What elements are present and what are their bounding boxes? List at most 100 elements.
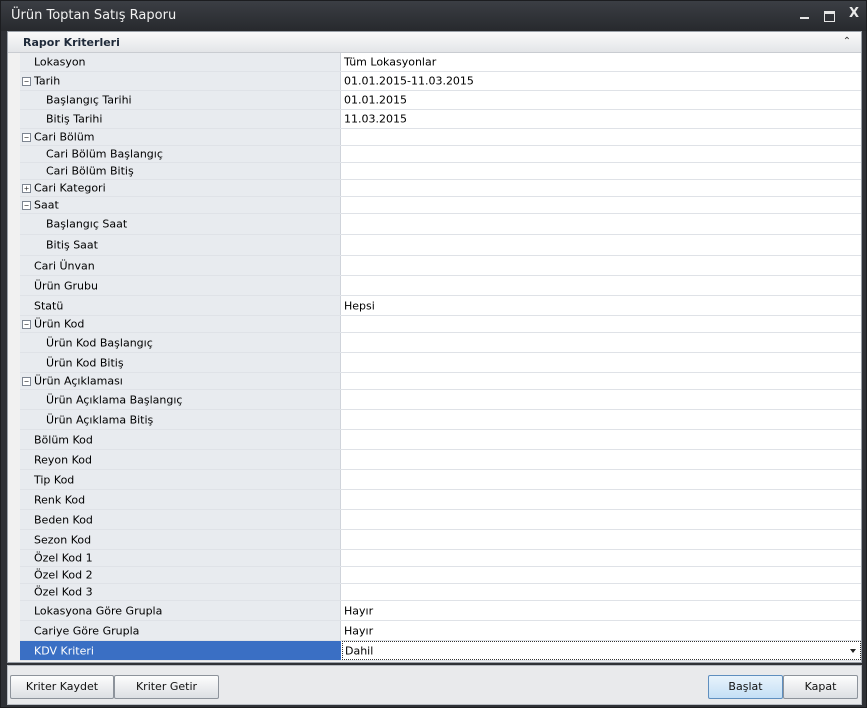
row-label-cell[interactable]: Ürün Açıklama Bitiş [20,410,341,429]
row-value-field[interactable] [342,316,861,332]
row-value-field[interactable] [342,214,861,234]
row-label-cell[interactable]: Cari Bölüm Bitiş [20,163,341,179]
collapse-icon[interactable]: − [22,133,31,142]
row-value-field[interactable]: 01.01.2015 [342,91,861,109]
grid-row[interactable]: − Tarih 01.01.2015-11.03.2015 [20,72,861,91]
row-label-cell[interactable]: Cari Bölüm Başlangıç [20,146,341,162]
row-value-field[interactable] [342,353,861,372]
row-label-cell[interactable]: Statü [20,296,341,315]
row-label-cell[interactable]: + Cari Kategori [20,180,341,196]
start-button[interactable]: Başlat [708,675,783,699]
row-value-field[interactable]: Hepsi [342,296,861,315]
row-label-cell[interactable]: − Tarih [20,72,341,90]
grid-row[interactable]: − Ürün Kod [20,316,861,333]
row-label-cell[interactable]: Lokasyon [20,53,341,71]
row-label-cell[interactable]: Cari Ünvan [20,256,341,275]
row-value-field[interactable] [342,390,861,409]
kdv-criteria-select[interactable]: Dahil [342,641,861,660]
grid-row[interactable]: Başlangıç Saat [20,214,861,235]
row-value-field[interactable] [342,276,861,295]
grid-row[interactable]: − Ürün Açıklaması [20,373,861,390]
row-label-cell[interactable]: − Cari Bölüm [20,129,341,145]
close-icon[interactable]: X [846,6,862,21]
collapse-icon[interactable]: − [22,77,31,86]
row-value-field[interactable] [342,373,861,389]
row-label-cell[interactable]: Bitiş Tarihi [20,110,341,128]
collapse-icon[interactable]: − [22,320,31,329]
row-value-field[interactable] [342,146,861,162]
grid-row[interactable]: Cariye Göre Grupla Hayır [20,621,861,641]
row-value-field[interactable] [342,490,861,509]
row-label-cell[interactable]: Lokasyona Göre Grupla [20,601,341,620]
grid-row[interactable]: Ürün Kod Bitiş [20,353,861,373]
row-label-cell[interactable]: Başlangıç Tarihi [20,91,341,109]
collapse-icon[interactable]: − [22,201,31,210]
row-value-field[interactable] [342,510,861,529]
row-value-field[interactable]: Hayır [342,621,861,640]
row-label-cell[interactable]: Sezon Kod [20,530,341,549]
collapse-up-icon[interactable]: ⌃ [840,35,854,49]
expand-icon[interactable]: + [22,184,31,193]
grid-row[interactable]: Cari Bölüm Bitiş [20,163,861,180]
row-value-field[interactable] [342,567,861,583]
grid-row[interactable]: Cari Ünvan [20,256,861,276]
row-label-cell[interactable]: Özel Kod 3 [20,584,341,600]
row-value-field[interactable] [342,197,861,213]
row-label-cell[interactable]: Reyon Kod [20,450,341,469]
grid-row[interactable]: Özel Kod 2 [20,567,861,584]
row-label-cell[interactable]: Ürün Kod Bitiş [20,353,341,372]
grid-row[interactable]: Ürün Açıklama Başlangıç [20,390,861,410]
grid-row[interactable]: Özel Kod 1 [20,550,861,567]
row-value-field[interactable] [342,129,861,145]
row-label-cell[interactable]: Ürün Grubu [20,276,341,295]
grid-row[interactable]: Ürün Kod Başlangıç [20,333,861,353]
row-label-cell[interactable]: Ürün Açıklama Başlangıç [20,390,341,409]
grid-row[interactable]: + Cari Kategori [20,180,861,197]
row-label-cell[interactable]: Cariye Göre Grupla [20,621,341,640]
grid-row[interactable]: Başlangıç Tarihi 01.01.2015 [20,91,861,110]
grid-row[interactable]: Sezon Kod [20,530,861,550]
row-value-field[interactable]: Hayır [342,601,861,620]
grid-row[interactable]: Renk Kod [20,490,861,510]
row-value-field[interactable] [342,333,861,352]
grid-row[interactable]: − Saat [20,197,861,214]
grid-row[interactable]: Beden Kod [20,510,861,530]
row-value-field[interactable] [342,256,861,275]
minimize-icon[interactable] [797,8,813,22]
row-label-cell[interactable]: Başlangıç Saat [20,214,341,234]
grid-row[interactable]: − Cari Bölüm [20,129,861,146]
row-value-field[interactable] [342,235,861,255]
row-label-cell[interactable]: − Saat [20,197,341,213]
grid-row[interactable]: Ürün Grubu [20,276,861,296]
row-label-cell[interactable]: Bitiş Saat [20,235,341,255]
row-value-field[interactable]: Tüm Lokasyonlar [342,53,861,71]
collapse-icon[interactable]: − [22,377,31,386]
row-label-cell[interactable]: Tip Kod [20,470,341,489]
row-value-field[interactable] [342,450,861,469]
grid-row[interactable]: Lokasyon Tüm Lokasyonlar [20,53,861,72]
row-value-field[interactable] [342,530,861,549]
save-criteria-button[interactable]: Kriter Kaydet [10,675,114,699]
grid-row[interactable]: Cari Bölüm Başlangıç [20,146,861,163]
row-value-field[interactable] [342,410,861,429]
dropdown-arrow-icon[interactable] [850,648,856,653]
grid-row[interactable]: Bitiş Tarihi 11.03.2015 [20,110,861,129]
grid-row[interactable]: Statü Hepsi [20,296,861,316]
maximize-icon[interactable] [821,8,837,22]
row-label-cell[interactable]: KDV Kriteri [20,641,341,660]
grid-row[interactable]: Ürün Açıklama Bitiş [20,410,861,430]
group-header[interactable]: Rapor Kriterleri ⌃ [8,32,861,53]
grid-row[interactable]: Tip Kod [20,470,861,490]
row-value-field[interactable]: 01.01.2015-11.03.2015 [342,72,861,90]
row-value-field[interactable] [342,550,861,566]
row-label-cell[interactable]: Beden Kod [20,510,341,529]
row-label-cell[interactable]: Özel Kod 1 [20,550,341,566]
row-label-cell[interactable]: Özel Kod 2 [20,567,341,583]
row-value-field[interactable] [342,430,861,449]
row-label-cell[interactable]: − Ürün Açıklaması [20,373,341,389]
row-label-cell[interactable]: Ürün Kod Başlangıç [20,333,341,352]
row-label-cell[interactable]: Renk Kod [20,490,341,509]
row-value-field[interactable] [342,470,861,489]
grid-row[interactable]: KDV Kriteri Dahil [20,641,861,661]
grid-row[interactable]: Bitiş Saat [20,235,861,256]
